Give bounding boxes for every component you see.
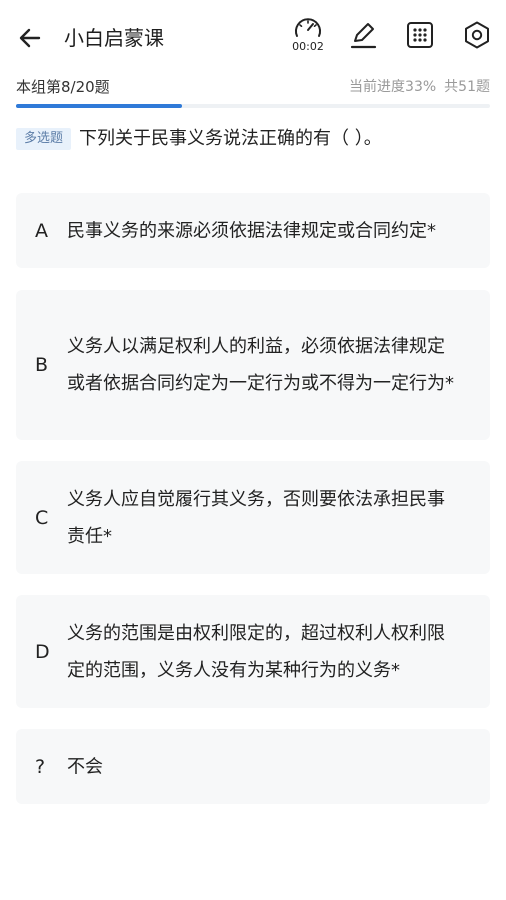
- option-text: 不会: [67, 756, 103, 777]
- app-header: 小白启蒙课 00:02: [0, 0, 506, 72]
- timer-icon: [295, 18, 321, 37]
- back-arrow-icon: [19, 28, 41, 48]
- overall-progress: 当前进度33% 共51题: [349, 76, 490, 96]
- timer-value: 00:02: [292, 40, 324, 53]
- option-dont-know[interactable]: ? 不会: [16, 729, 490, 804]
- settings-button[interactable]: [462, 20, 492, 50]
- option-letter: C: [35, 506, 49, 529]
- question-type-badge: 多选题: [16, 128, 72, 150]
- option-letter: D: [35, 640, 50, 663]
- option-letter: B: [35, 354, 49, 376]
- option-d[interactable]: D 义务的范围是由权利限定的，超过权利人权利限定的范围，义务人没有为某种行为的义…: [16, 595, 490, 708]
- page-title: 小白启蒙课: [64, 26, 164, 50]
- option-letter: A: [35, 219, 48, 242]
- answer-card-button[interactable]: [405, 20, 435, 50]
- question-stem: 多选题 下列关于民事义务说法正确的有（ ）。: [16, 126, 490, 152]
- settings-icon: [465, 21, 489, 49]
- option-b[interactable]: B 义务人以满足权利人的利益，必须依据法律规定或者依据合同约定为一定行为或不得为…: [16, 290, 490, 440]
- question-text: 下列关于民事义务说法正确的有（ ）。: [79, 128, 382, 149]
- option-text: 义务的范围是由权利限定的，超过权利人权利限定的范围，义务人没有为某种行为的义务*: [67, 622, 445, 681]
- option-text: 义务人应自觉履行其义务，否则要依法承担民事责任*: [67, 488, 445, 547]
- option-a[interactable]: A 民事义务的来源必须依据法律规定或合同约定*: [16, 193, 490, 268]
- progress-bar-fill: [16, 104, 182, 108]
- back-button[interactable]: [14, 22, 46, 54]
- option-c[interactable]: C 义务人应自觉履行其义务，否则要依法承担民事责任*: [16, 461, 490, 574]
- progress-bar: [16, 104, 490, 108]
- group-progress-label: 本组第8/20题: [16, 78, 110, 96]
- current-progress-text: 当前进度33%: [349, 79, 437, 95]
- option-text: 义务人以满足权利人的利益，必须依据法律规定或者依据合同约定为一定行为或不得为一定…: [67, 336, 454, 394]
- timer-button[interactable]: 00:02: [290, 16, 326, 56]
- pencil-icon: [350, 23, 377, 49]
- note-button[interactable]: [348, 20, 378, 50]
- option-text: 民事义务的来源必须依据法律规定或合同约定*: [67, 220, 436, 241]
- total-count-text: 共51题: [444, 79, 490, 95]
- progress-row: 本组第8/20题 当前进度33% 共51题: [16, 74, 490, 96]
- option-letter: ?: [35, 755, 46, 778]
- grid-icon: [407, 22, 433, 48]
